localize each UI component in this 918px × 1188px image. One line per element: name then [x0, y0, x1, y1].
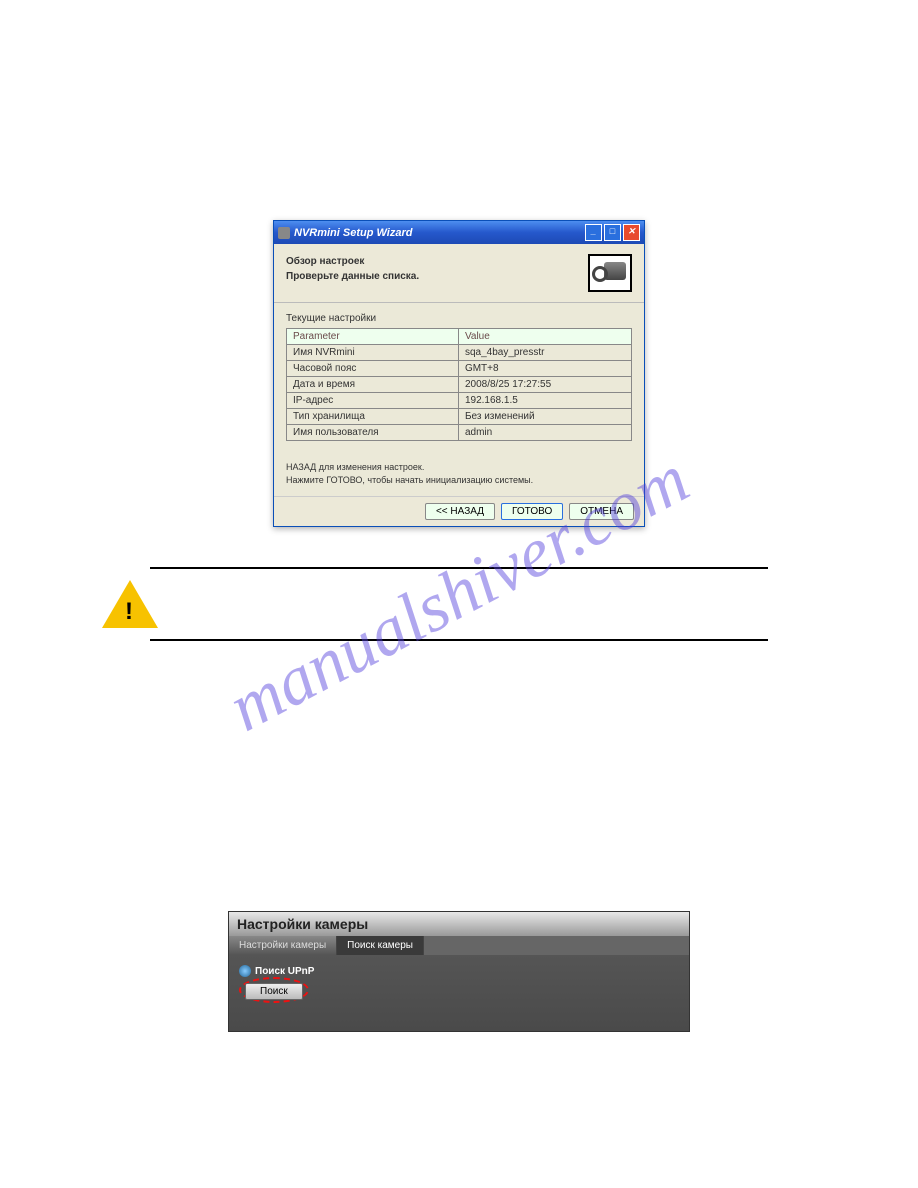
col-value: Value: [458, 329, 631, 345]
section-label: Текущие настройки: [286, 313, 632, 324]
setup-wizard-window: NVRmini Setup Wizard _ □ ✕ Обзор настрое…: [273, 220, 645, 527]
cancel-button[interactable]: ОТМЕНА: [569, 503, 634, 520]
table-row: Тип хранилищаБез изменений: [287, 409, 632, 425]
window-title: NVRmini Setup Wizard: [294, 227, 412, 239]
camera-icon: [588, 254, 632, 292]
close-button[interactable]: ✕: [623, 224, 640, 241]
tab-camera-search[interactable]: Поиск камеры: [337, 936, 424, 955]
titlebar[interactable]: NVRmini Setup Wizard _ □ ✕: [274, 221, 644, 244]
globe-icon: [239, 965, 251, 977]
warning-section: [150, 567, 768, 641]
header-title: Обзор настроек: [286, 254, 419, 269]
header-subtitle: Проверьте данные списка.: [286, 269, 419, 284]
finish-button[interactable]: ГОТОВО: [501, 503, 563, 520]
upnp-label: Поиск UPnP: [255, 966, 314, 977]
back-button[interactable]: << НАЗАД: [425, 503, 495, 520]
maximize-button[interactable]: □: [604, 224, 621, 241]
table-row: Имя пользователяadmin: [287, 425, 632, 441]
col-parameter: Parameter: [287, 329, 459, 345]
app-icon: [278, 227, 290, 239]
table-row: IP-адрес192.168.1.5: [287, 393, 632, 409]
warning-icon: [102, 580, 158, 628]
settings-table: ParameterValue Имя NVRminisqa_4bay_press…: [286, 328, 632, 441]
table-row: Имя NVRminisqa_4bay_presstr: [287, 345, 632, 361]
table-row: Часовой поясGMT+8: [287, 361, 632, 377]
camera-settings-panel: Настройки камеры Настройки камеры Поиск …: [228, 911, 690, 1032]
minimize-button[interactable]: _: [585, 224, 602, 241]
search-button[interactable]: Поиск: [245, 983, 303, 1000]
hint-finish: Нажмите ГОТОВО, чтобы начать инициализац…: [286, 474, 632, 487]
tab-camera-settings[interactable]: Настройки камеры: [229, 936, 337, 955]
hint-back: НАЗАД для изменения настроек.: [286, 461, 632, 474]
highlight-ring: Поиск: [239, 977, 309, 1003]
table-row: Дата и время2008/8/25 17:27:55: [287, 377, 632, 393]
panel-title: Настройки камеры: [229, 912, 689, 936]
